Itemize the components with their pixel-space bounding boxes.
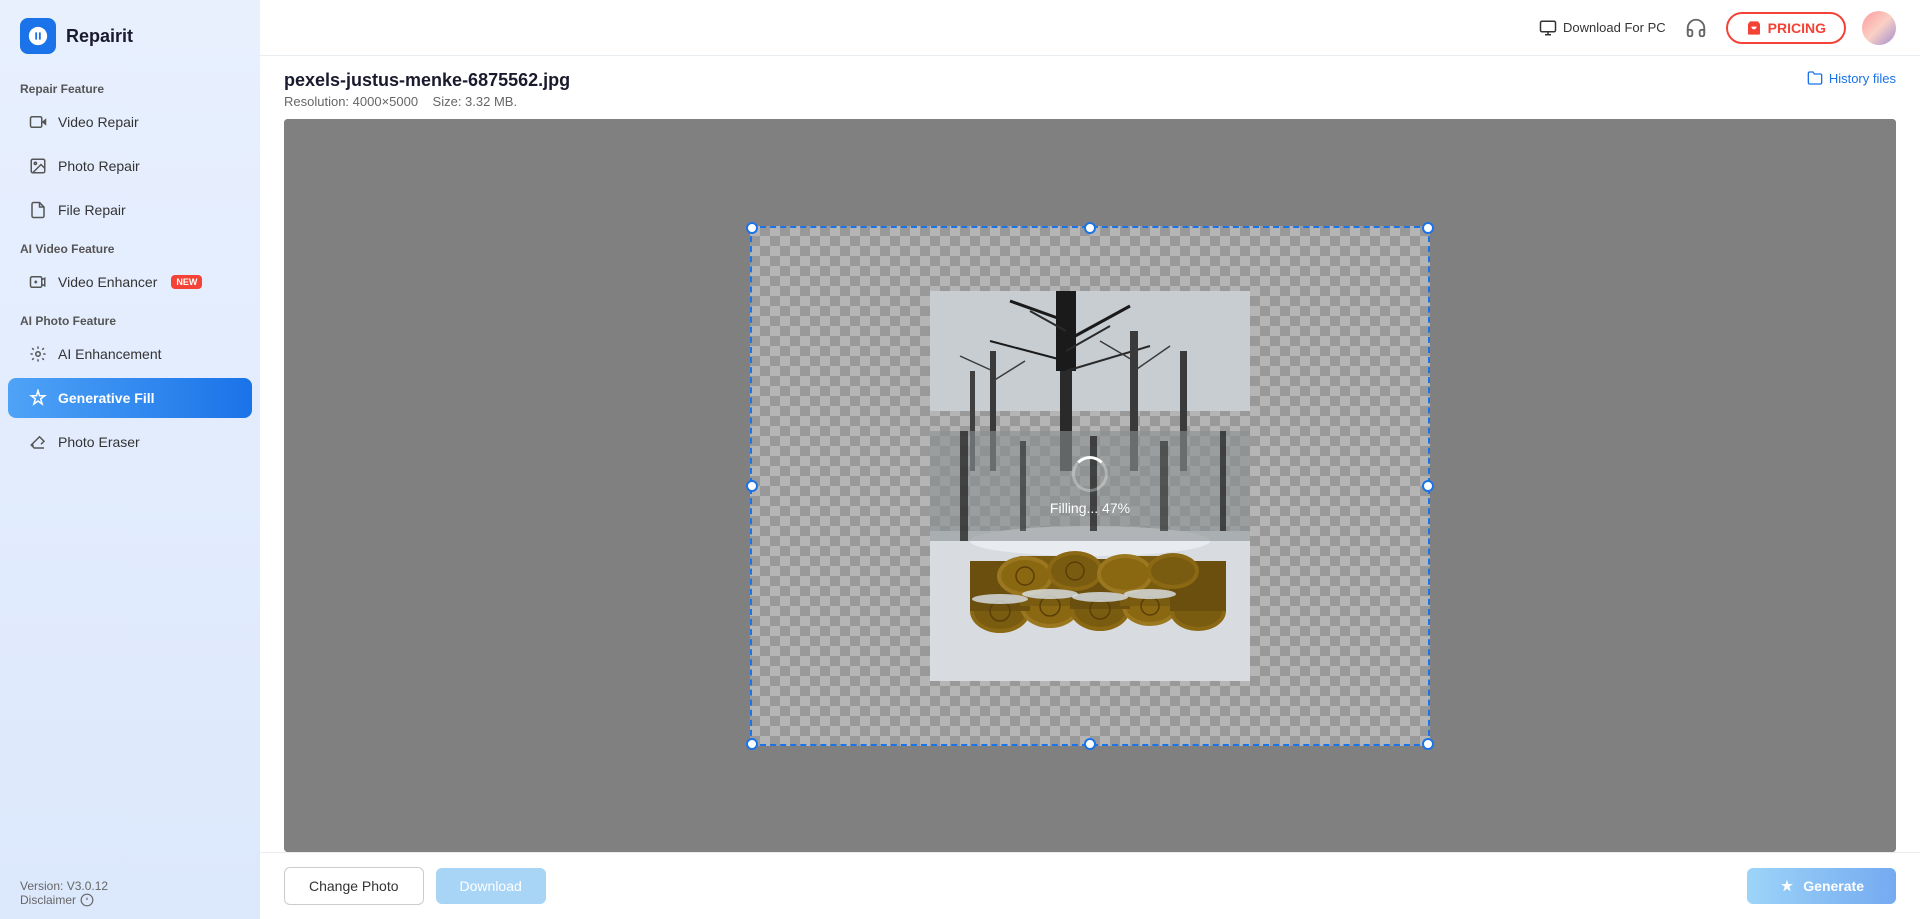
- file-size: Size: 3.32 MB.: [433, 94, 518, 109]
- disclaimer-btn[interactable]: Disclaimer: [20, 893, 240, 907]
- download-pc-label: Download For PC: [1563, 20, 1666, 35]
- sidebar-item-label: Video Repair: [58, 114, 139, 130]
- app-logo-icon: [20, 18, 56, 54]
- user-avatar[interactable]: [1862, 11, 1896, 45]
- headset-icon: [1685, 17, 1707, 39]
- photo-eraser-icon: [28, 432, 48, 452]
- handle-top-left[interactable]: [746, 222, 758, 234]
- logo-area: Repairit: [0, 0, 260, 72]
- handle-bottom-right[interactable]: [1422, 738, 1434, 750]
- repair-feature-section-label: Repair Feature: [0, 72, 260, 100]
- sidebar-item-ai-enhancement[interactable]: AI Enhancement: [8, 334, 252, 374]
- version-label: Version: V3.0.12: [20, 879, 240, 893]
- generate-label: Generate: [1803, 878, 1864, 894]
- folder-icon: [1807, 70, 1823, 86]
- canvas-area[interactable]: Filling... 47%: [284, 119, 1896, 852]
- generate-button[interactable]: Generate: [1747, 868, 1896, 904]
- bottom-bar: Change Photo Download Generate: [260, 852, 1920, 919]
- video-enhancer-icon: [28, 272, 48, 292]
- sidebar-item-label: Generative Fill: [58, 390, 154, 406]
- new-badge: NEW: [171, 275, 202, 289]
- sidebar-item-photo-eraser[interactable]: Photo Eraser: [8, 422, 252, 462]
- sidebar-item-generative-fill[interactable]: Generative Fill: [8, 378, 252, 418]
- file-header: pexels-justus-menke-6875562.jpg Resoluti…: [260, 56, 1920, 119]
- video-repair-icon: [28, 112, 48, 132]
- help-btn[interactable]: [1682, 14, 1710, 42]
- loading-overlay: Filling... 47%: [1050, 456, 1130, 516]
- handle-bottom-center[interactable]: [1084, 738, 1096, 750]
- sidebar-item-photo-repair[interactable]: Photo Repair: [8, 146, 252, 186]
- file-name: pexels-justus-menke-6875562.jpg: [284, 70, 570, 91]
- sidebar-item-label: Photo Eraser: [58, 434, 140, 450]
- change-photo-label: Change Photo: [309, 878, 399, 894]
- sidebar-item-label: AI Enhancement: [58, 346, 162, 362]
- content-area: pexels-justus-menke-6875562.jpg Resoluti…: [260, 56, 1920, 919]
- sidebar-item-video-enhancer[interactable]: Video Enhancer NEW: [8, 262, 252, 302]
- handle-middle-left[interactable]: [746, 480, 758, 492]
- ai-photo-feature-section-label: AI Photo Feature: [0, 304, 260, 332]
- topbar: Download For PC PRICING: [260, 0, 1920, 56]
- change-photo-button[interactable]: Change Photo: [284, 867, 424, 905]
- photo-repair-icon: [28, 156, 48, 176]
- ai-video-feature-section-label: AI Video Feature: [0, 232, 260, 260]
- monitor-icon: [1539, 19, 1557, 37]
- history-files-btn[interactable]: History files: [1807, 70, 1896, 86]
- file-resolution: Resolution: 4000×5000: [284, 94, 418, 109]
- file-meta: Resolution: 4000×5000 Size: 3.32 MB.: [284, 94, 570, 109]
- handle-bottom-left[interactable]: [746, 738, 758, 750]
- loading-text: Filling... 47%: [1050, 500, 1130, 516]
- cart-icon: [1746, 20, 1762, 36]
- sidebar-item-video-repair[interactable]: Video Repair: [8, 102, 252, 142]
- sidebar-item-label: File Repair: [58, 202, 126, 218]
- sidebar-item-label: Video Enhancer: [58, 274, 157, 290]
- disclaimer-text: Disclaimer: [20, 893, 76, 907]
- download-for-pc-btn[interactable]: Download For PC: [1539, 19, 1666, 37]
- app-name: Repairit: [66, 26, 133, 47]
- main-content: Download For PC PRICING pexels-justus-me…: [260, 0, 1920, 919]
- handle-top-center[interactable]: [1084, 222, 1096, 234]
- sidebar-item-label: Photo Repair: [58, 158, 140, 174]
- loading-spinner: [1072, 456, 1108, 492]
- pricing-button[interactable]: PRICING: [1726, 12, 1846, 44]
- ai-enhancement-icon: [28, 344, 48, 364]
- history-files-label: History files: [1829, 71, 1896, 86]
- file-repair-icon: [28, 200, 48, 220]
- sidebar: Repairit Repair Feature Video Repair Pho…: [0, 0, 260, 919]
- generative-fill-icon: [28, 388, 48, 408]
- download-label: Download: [460, 878, 522, 894]
- sidebar-bottom: Version: V3.0.12 Disclaimer: [0, 867, 260, 919]
- handle-top-right[interactable]: [1422, 222, 1434, 234]
- pricing-label: PRICING: [1768, 20, 1826, 36]
- file-info: pexels-justus-menke-6875562.jpg Resoluti…: [284, 70, 570, 109]
- sidebar-item-file-repair[interactable]: File Repair: [8, 190, 252, 230]
- handle-middle-right[interactable]: [1422, 480, 1434, 492]
- generate-icon: [1779, 878, 1795, 894]
- download-button[interactable]: Download: [436, 868, 546, 904]
- info-icon: [80, 893, 94, 907]
